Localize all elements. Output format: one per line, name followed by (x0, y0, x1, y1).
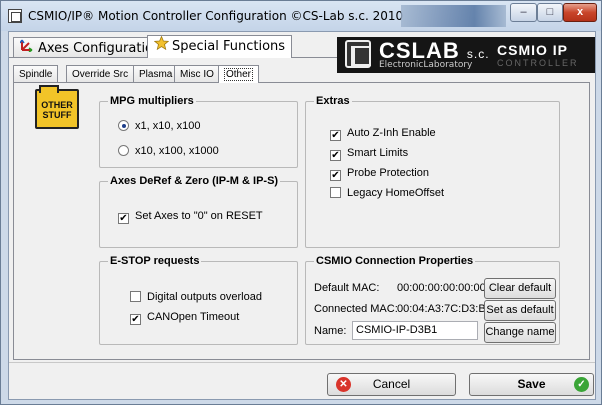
extras-group: Extras ✔ Auto Z-Inh Enable ✔ Smart Limits … (305, 95, 560, 248)
checkmark-icon: ✔ (330, 130, 341, 141)
config-window: CSMIO/IP® Motion Controller Configuratio… (0, 0, 602, 405)
other-stuff-icon: OTHER STUFF (35, 85, 79, 129)
minimize-button[interactable]: – (510, 3, 537, 22)
axes-icon (19, 38, 36, 59)
logo-subtitle: ElectronicLaboratory (379, 60, 473, 70)
mpg-multipliers-group: MPG multipliers x1, x10, x100 x10, x100,… (99, 95, 298, 168)
tab-special-functions[interactable]: Special Functions (147, 35, 293, 58)
default-mac-label: Default MAC: (314, 282, 380, 294)
auto-z-inh-checkbox[interactable]: ✔ Auto Z-Inh Enable (330, 127, 436, 141)
subtab-override-src[interactable]: Override Src (66, 65, 135, 83)
checkmark-icon: ✔ (330, 150, 341, 161)
radio-selected-icon (118, 120, 129, 131)
tab-axes-configuration-label: Axes Configuration (38, 41, 162, 56)
cslab-logo: CSLAB s.c. ElectronicLaboratory CSMIO IP… (337, 37, 595, 73)
footer-separator (9, 362, 595, 363)
probe-protection-checkbox[interactable]: ✔ Probe Protection (330, 167, 429, 181)
checkmark-icon: ✔ (118, 213, 129, 224)
save-button[interactable]: Save ✓ (469, 373, 594, 396)
connected-mac-label: Connected MAC: (314, 303, 398, 315)
estop-requests-group: E-STOP requests Digital outputs overload… (99, 255, 298, 345)
digital-outputs-overload-checkbox[interactable]: Digital outputs overload (130, 291, 262, 303)
checkbox-empty-icon (130, 291, 141, 302)
window-title: CSMIO/IP® Motion Controller Configuratio… (28, 9, 404, 23)
subtab-spindle[interactable]: Spindle (13, 65, 59, 83)
canopen-timeout-checkbox[interactable]: ✔ CANOpen Timeout (130, 311, 239, 325)
star-icon (153, 35, 170, 57)
logo-brand-sub: CONTROLLER (497, 58, 579, 68)
maximize-button[interactable]: □ (537, 3, 563, 22)
title-bar[interactable]: CSMIO/IP® Motion Controller Configuratio… (1, 1, 601, 31)
axes-deref-group: Axes DeRef & Zero (IP-M & IP-S) ✔ Set Axe… (99, 175, 298, 248)
tab-axes-configuration[interactable]: Axes Configuration (13, 37, 169, 59)
subtab-other[interactable]: Other (218, 65, 260, 83)
axes-deref-title: Axes DeRef & Zero (IP-M & IP-S) (108, 175, 281, 187)
other-stuff-line1: OTHER (41, 100, 73, 110)
title-bar-glow (401, 5, 506, 27)
legacy-homeoffset-checkbox[interactable]: Legacy HomeOffset (330, 187, 444, 199)
connection-properties-title: CSMIO Connection Properties (314, 255, 476, 267)
radio-empty-icon (118, 145, 129, 156)
client-area: Axes Configuration Special Functions CSL… (8, 31, 596, 400)
other-stuff-line2: STUFF (42, 110, 72, 120)
mpg-option-x1[interactable]: x1, x10, x100 (118, 120, 200, 132)
subtab-plasma[interactable]: Plasma (133, 65, 179, 83)
mpg-multipliers-title: MPG multipliers (108, 95, 196, 107)
checkbox-empty-icon (330, 187, 341, 198)
checkmark-icon: ✔ (130, 314, 141, 325)
cancel-label: Cancel (372, 377, 411, 391)
smart-limits-checkbox[interactable]: ✔ Smart Limits (330, 147, 408, 161)
subtab-misc-io[interactable]: Misc IO (174, 65, 220, 83)
estop-requests-title: E-STOP requests (108, 255, 202, 267)
change-name-button[interactable]: Change name (484, 322, 556, 343)
cslab-logo-mark (345, 40, 371, 68)
checkmark-circle-icon: ✓ (574, 377, 589, 392)
app-icon (8, 9, 22, 23)
logo-brand: CSMIO IP (497, 42, 569, 58)
checkmark-icon: ✔ (330, 170, 341, 181)
cancel-button[interactable]: ✕ Cancel (327, 373, 456, 396)
tab-special-functions-label: Special Functions (172, 39, 286, 54)
extras-title: Extras (314, 95, 352, 107)
default-mac-value: 00:00:00:00:00:00 (397, 282, 486, 294)
connected-mac-value: 00:04:A3:7C:D3:B1 (397, 303, 492, 315)
connection-properties-group: CSMIO Connection Properties Default MAC:… (305, 255, 560, 345)
subtab-other-label: Other (224, 68, 254, 81)
set-axes-zero-checkbox[interactable]: ✔ Set Axes to "0" on RESET (118, 210, 263, 224)
name-label: Name: (314, 325, 347, 337)
close-button[interactable]: x (563, 3, 597, 22)
set-as-default-button[interactable]: Set as default (484, 300, 556, 321)
clear-default-button[interactable]: Clear default (484, 278, 556, 299)
mpg-option-x10[interactable]: x10, x100, x1000 (118, 145, 219, 157)
name-field[interactable]: CSMIO-IP-D3B1 (352, 321, 478, 340)
